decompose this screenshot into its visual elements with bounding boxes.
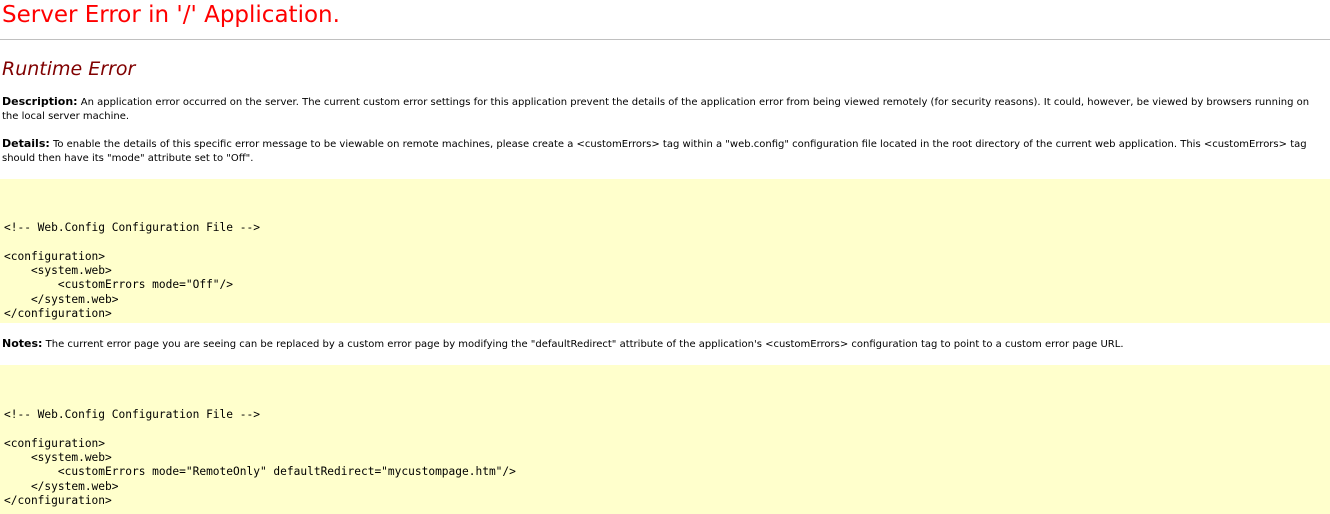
description-label: Description: — [2, 95, 78, 108]
details-text: To enable the details of this specific e… — [2, 139, 1307, 164]
description-text: An application error occurred on the ser… — [2, 97, 1310, 122]
code-sample-remote-only: <!-- Web.Config Configuration File --> <… — [4, 408, 516, 508]
notes-label: Notes: — [2, 337, 43, 350]
code-block-off: <!-- Web.Config Configuration File --> <… — [0, 179, 1330, 323]
details-label: Details: — [2, 137, 50, 150]
notes-text: The current error page you are seeing ca… — [45, 339, 1124, 350]
page-title: Server Error in '/' Application. — [2, 2, 340, 28]
description-paragraph: Description: An application error occurr… — [2, 95, 1322, 124]
details-paragraph: Details: To enable the details of this s… — [2, 137, 1322, 166]
code-sample-off: <!-- Web.Config Configuration File --> <… — [4, 221, 260, 321]
notes-paragraph: Notes: The current error page you are se… — [2, 337, 1322, 352]
title-divider — [0, 39, 1330, 40]
error-heading: Runtime Error — [2, 58, 136, 80]
error-page: Server Error in '/' Application. Runtime… — [0, 0, 1330, 514]
code-block-remote-only: <!-- Web.Config Configuration File --> <… — [0, 365, 1330, 514]
